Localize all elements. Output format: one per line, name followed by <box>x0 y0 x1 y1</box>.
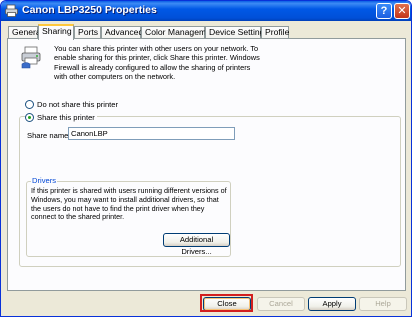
sharing-panel: You can share this printer with other us… <box>7 38 406 291</box>
title-bar[interactable]: Canon LBP3250 Properties ? ✕ <box>1 1 411 21</box>
close-title-button[interactable]: ✕ <box>394 3 410 19</box>
drivers-description: If this printer is shared with users run… <box>31 186 227 222</box>
share-name-label: Share name: <box>27 131 71 140</box>
do-not-share-radio[interactable] <box>25 100 34 109</box>
close-button-highlight <box>200 294 253 312</box>
help-title-button[interactable]: ? <box>376 3 392 19</box>
share-option[interactable]: Share this printer <box>25 112 97 123</box>
printer-icon <box>5 4 18 17</box>
sharing-intro-text: You can share this printer with other us… <box>54 44 260 81</box>
additional-drivers-button[interactable]: Additional Drivers... <box>163 233 230 256</box>
share-label: Share this printer <box>37 113 95 122</box>
properties-dialog: Canon LBP3250 Properties ? ✕ General Sha… <box>0 0 412 317</box>
share-radio[interactable] <box>25 113 34 122</box>
help-button[interactable]: Help <box>359 297 407 311</box>
window-title: Canon LBP3250 Properties <box>22 4 157 16</box>
do-not-share-label: Do not share this printer <box>37 100 119 109</box>
apply-button[interactable]: Apply <box>308 297 356 311</box>
cancel-button[interactable]: Cancel <box>257 297 305 311</box>
do-not-share-option[interactable]: Do not share this printer <box>25 99 118 110</box>
drivers-legend: Drivers <box>31 176 58 185</box>
tab-sharing[interactable]: Sharing <box>38 24 74 40</box>
share-name-input[interactable] <box>68 127 235 140</box>
shared-printer-icon <box>21 46 41 69</box>
